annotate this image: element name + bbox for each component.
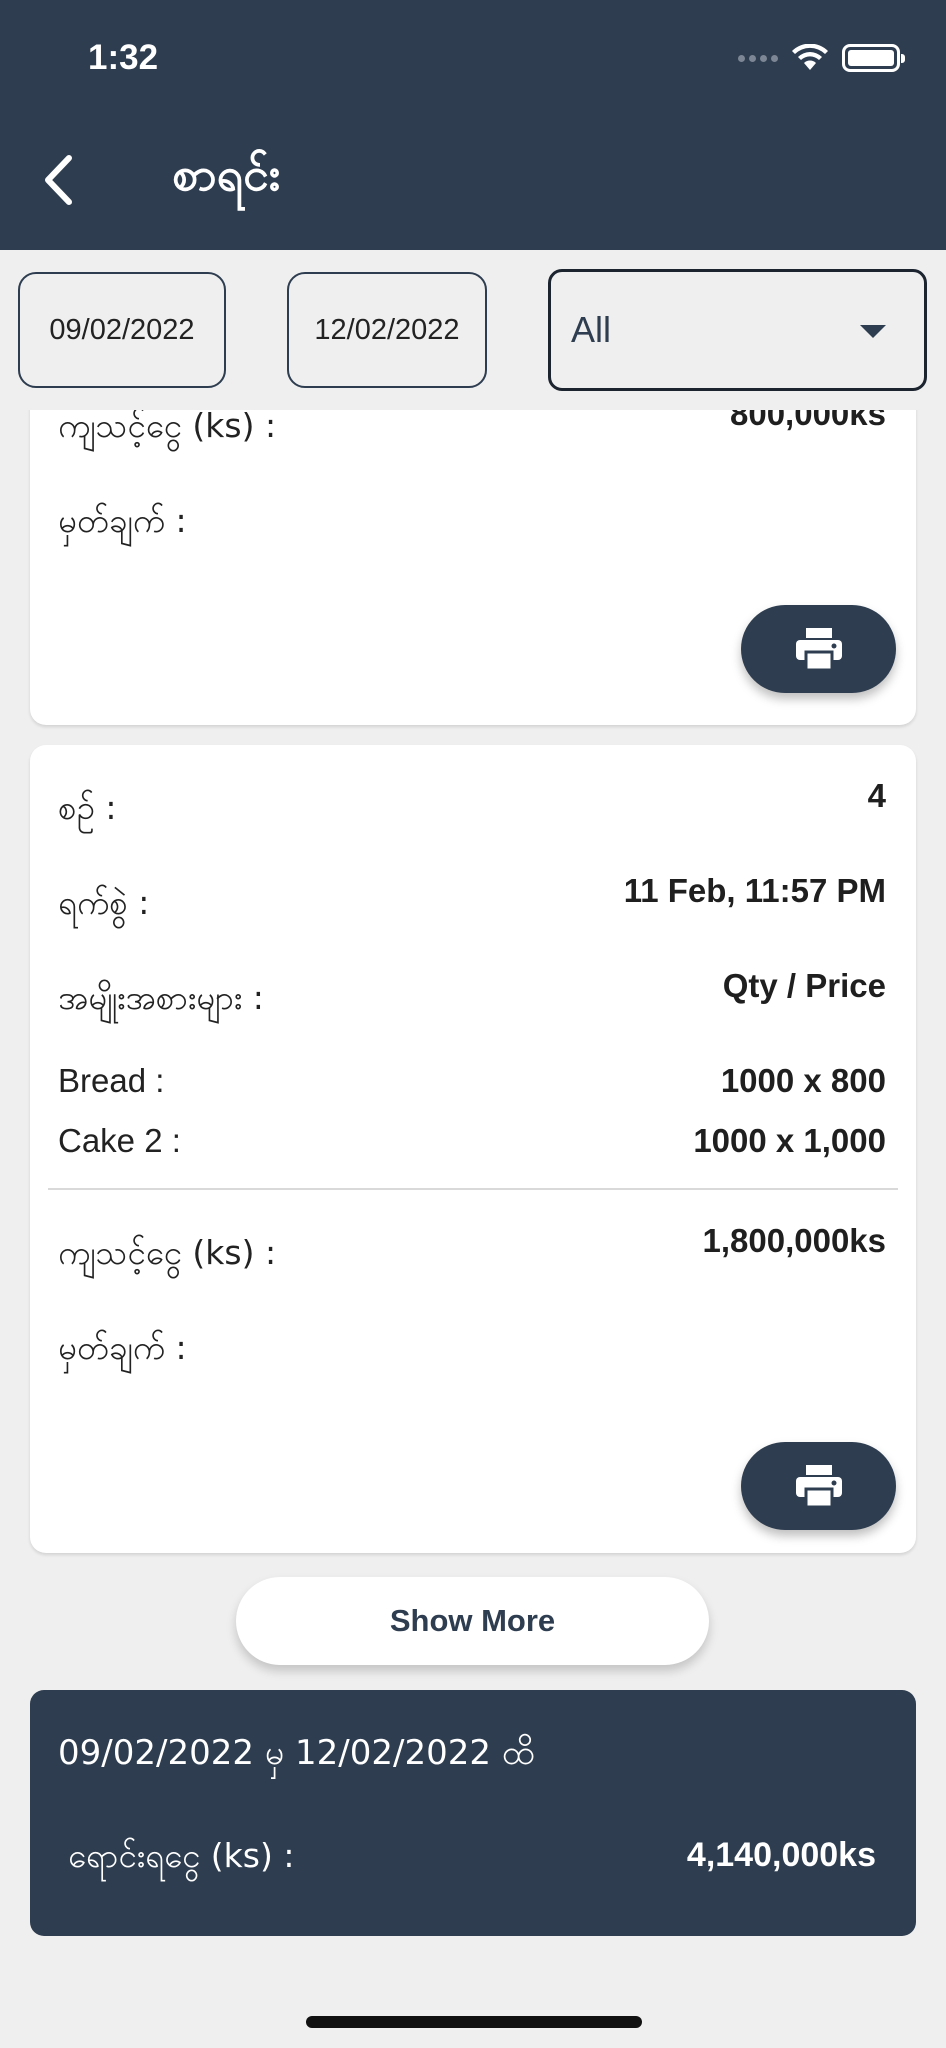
print-button[interactable]	[741, 1442, 896, 1530]
printer-icon	[795, 628, 842, 672]
chevron-left-icon	[45, 155, 72, 205]
status-indicators	[738, 44, 905, 72]
items-label: အမျိုးအစားများ :	[58, 978, 264, 1017]
printer-icon	[795, 1465, 842, 1509]
items-header: Qty / Price	[722, 967, 886, 1004]
show-more-button[interactable]: Show More	[236, 1577, 709, 1665]
amount-label: ကျသင့်ငွေ (ks) :	[58, 1233, 277, 1272]
amount-value: 1,800,000ks	[702, 1222, 886, 1259]
note-label: မှတ်ချက် :	[58, 501, 187, 540]
caret-down-icon	[860, 325, 886, 338]
note-label: မှတ်ချက် :	[58, 1328, 187, 1367]
item-name: Cake 2 :	[58, 1122, 181, 1159]
item-qty-price: 1000 x 1,000	[693, 1122, 886, 1159]
amount-value: 800,000ks	[730, 410, 886, 432]
battery-icon	[842, 44, 905, 72]
date-value: 11 Feb, 11:57 PM	[623, 872, 886, 909]
date-to-field[interactable]: 12/02/2022	[287, 272, 487, 388]
total-sales-value: 4,140,000ks	[686, 1836, 876, 1874]
date-label: ရက်စွဲ :	[58, 883, 150, 922]
record-card-partial: ကျသင့်ငွေ (ks) : 800,000ks မှတ်ချက် :	[30, 410, 916, 725]
select-value: All	[571, 309, 612, 350]
divider	[48, 1188, 898, 1190]
total-sales-label: ရောင်းရငွေ (ks) :	[68, 1836, 295, 1875]
summary-date-range: 09/02/2022 မှ 12/02/2022 ထိ	[58, 1733, 535, 1773]
item-qty-price: 1000 x 800	[720, 1062, 886, 1099]
app-header: 1:32 စာရင်း	[0, 0, 946, 250]
item-name: Bread :	[58, 1062, 165, 1099]
amount-label: ကျသင့်ငွေ (ks) :	[58, 410, 277, 445]
status-time: 1:32	[88, 38, 159, 77]
id-label: စဉ် :	[58, 788, 117, 827]
back-button[interactable]	[30, 150, 86, 210]
type-filter-select[interactable]: All	[548, 269, 927, 391]
summary-panel: 09/02/2022 မှ 12/02/2022 ထိ ရောင်းရငွေ (…	[30, 1690, 916, 1936]
id-value: 4	[867, 777, 886, 814]
page-title: စာရင်း	[172, 147, 281, 201]
signal-icon	[738, 54, 778, 62]
wifi-icon	[792, 44, 828, 70]
print-button[interactable]	[741, 605, 896, 693]
home-indicator	[306, 2016, 642, 2028]
date-from-field[interactable]: 09/02/2022	[18, 272, 226, 388]
record-card: စဉ် : 4 ရက်စွဲ : 11 Feb, 11:57 PM အမျိုး…	[30, 745, 916, 1553]
